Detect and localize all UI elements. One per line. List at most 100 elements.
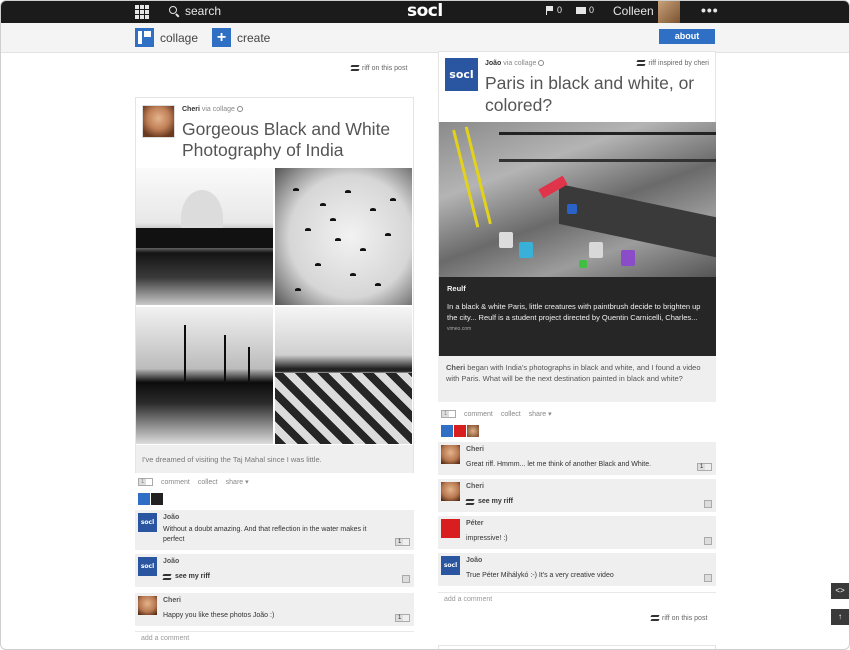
add-comment-input[interactable]: add a comment bbox=[438, 592, 716, 606]
flag-icon bbox=[546, 5, 554, 15]
messages-count: 0 bbox=[589, 5, 595, 15]
commenter-name[interactable]: João bbox=[466, 557, 482, 564]
participant-avatar[interactable] bbox=[441, 425, 453, 437]
riff-inspired-link[interactable]: riff inspired by cheri bbox=[637, 60, 709, 67]
about-button[interactable]: about bbox=[659, 29, 715, 44]
commenter-name[interactable]: Cheri bbox=[163, 597, 181, 604]
post-actions: 1 comment collect share ▾ bbox=[138, 478, 249, 486]
author-name[interactable]: João bbox=[485, 60, 501, 67]
photo-collage bbox=[136, 168, 413, 445]
via-label: via collage bbox=[503, 60, 537, 67]
participant-avatar[interactable] bbox=[151, 493, 163, 505]
description-author[interactable]: Cheri bbox=[446, 363, 465, 372]
taj-mahal-photo[interactable] bbox=[136, 168, 273, 305]
participant-avatars bbox=[138, 493, 163, 505]
author-avatar[interactable]: socl bbox=[445, 58, 478, 91]
commenter-avatar[interactable] bbox=[441, 445, 460, 464]
comment-like-count[interactable]: 1 bbox=[394, 614, 410, 622]
post-title[interactable]: Gorgeous Black and White Photography of … bbox=[182, 119, 410, 161]
create-button[interactable]: + create bbox=[212, 28, 270, 47]
comment-like-count[interactable]: 1 bbox=[394, 538, 410, 546]
comment-item: Péter impressive! :) bbox=[438, 516, 716, 549]
post-card: socl João via collage riff inspired by c… bbox=[438, 51, 716, 356]
commenter-avatar[interactable] bbox=[441, 519, 460, 538]
comment-like-count[interactable] bbox=[704, 500, 712, 508]
apps-grid-icon[interactable] bbox=[135, 5, 149, 19]
scroll-top-button[interactable]: ↑ bbox=[831, 609, 849, 625]
palm-trees-photo[interactable] bbox=[136, 307, 273, 444]
collect-link[interactable]: collect bbox=[198, 479, 218, 486]
comment-link[interactable]: comment bbox=[464, 411, 493, 418]
comment-link[interactable]: comment bbox=[161, 479, 190, 486]
collect-link[interactable]: collect bbox=[501, 411, 521, 418]
commenter-name[interactable]: João bbox=[163, 558, 179, 565]
comment-count: 1 bbox=[138, 478, 154, 486]
comment-text: True Péter Mihálykó :-) It's a very crea… bbox=[466, 572, 614, 579]
add-comment-input[interactable]: add a comment bbox=[135, 631, 414, 645]
collage-icon bbox=[135, 28, 154, 47]
commenter-name[interactable]: Péter bbox=[466, 520, 484, 527]
user-avatar[interactable] bbox=[658, 1, 680, 23]
notifications-button[interactable]: 0 bbox=[546, 5, 562, 15]
commenter-name[interactable]: João bbox=[163, 514, 179, 521]
comment-text: Happy you like these photos João :) bbox=[163, 612, 275, 619]
comment-item: Cheri Great riff. Hmmm... let me think o… bbox=[438, 442, 716, 475]
create-label: create bbox=[237, 30, 271, 45]
share-link[interactable]: share ▾ bbox=[226, 478, 249, 486]
globe-icon bbox=[236, 106, 243, 113]
riff-link[interactable]: see my riff bbox=[466, 497, 513, 507]
video-title: Reulf bbox=[447, 284, 466, 293]
participant-avatar[interactable] bbox=[467, 425, 479, 437]
post-description: Cheri began with India's photographs in … bbox=[438, 356, 716, 402]
video-thumbnail[interactable] bbox=[439, 122, 716, 277]
post-actions: 1 comment collect share ▾ bbox=[441, 410, 552, 418]
comment-count: 1 bbox=[441, 410, 457, 418]
mail-icon bbox=[576, 6, 586, 14]
share-side-button[interactable]: <> bbox=[831, 583, 849, 599]
action-bar: collage + create about bbox=[1, 23, 849, 53]
messages-button[interactable]: 0 bbox=[576, 5, 594, 15]
comment-like-count[interactable]: 1 bbox=[696, 463, 712, 471]
riff-icon bbox=[163, 574, 171, 581]
video-info-panel[interactable]: Reulf In a black & white Paris, little c… bbox=[439, 277, 716, 356]
commenter-avatar[interactable]: socl bbox=[441, 556, 460, 575]
riff-link[interactable]: riff on this post bbox=[651, 615, 707, 622]
post-meta: Cheri via collage bbox=[182, 106, 243, 113]
comment-like-count[interactable] bbox=[704, 537, 712, 545]
share-link[interactable]: share ▾ bbox=[529, 410, 552, 418]
socl-logo[interactable]: socl bbox=[407, 1, 443, 21]
user-name[interactable]: Colleen bbox=[613, 4, 654, 18]
commenter-avatar[interactable] bbox=[441, 482, 460, 501]
comment-like-count[interactable] bbox=[402, 575, 410, 583]
globe-icon bbox=[538, 60, 545, 67]
comment-like-count[interactable] bbox=[704, 574, 712, 582]
search-icon bbox=[169, 5, 180, 17]
search-box[interactable]: search bbox=[169, 4, 221, 18]
birds-photo[interactable] bbox=[275, 168, 412, 305]
commenter-avatar[interactable]: socl bbox=[138, 513, 157, 532]
post-header bbox=[142, 105, 175, 138]
comment-text: Great riff. Hmmm... let me think of anot… bbox=[466, 461, 652, 468]
commenter-avatar[interactable] bbox=[138, 596, 157, 615]
collage-button[interactable]: collage bbox=[135, 28, 198, 47]
author-name[interactable]: Cheri bbox=[182, 106, 200, 113]
post-title[interactable]: Paris in black and white, or colored? bbox=[485, 72, 713, 116]
search-label: search bbox=[185, 4, 222, 18]
video-description: In a black & white Paris, little creatur… bbox=[447, 302, 701, 322]
comment-item: Cheri see my riff bbox=[438, 479, 716, 512]
top-bar: search socl 0 0 Colleen ••• bbox=[1, 1, 849, 23]
riff-link[interactable]: see my riff bbox=[163, 572, 210, 582]
more-menu-button[interactable]: ••• bbox=[701, 2, 719, 18]
participant-avatar[interactable] bbox=[454, 425, 466, 437]
comment-item: Cheri Happy you like these photos João :… bbox=[135, 593, 414, 626]
tiled-terrace-photo[interactable] bbox=[275, 307, 412, 444]
commenter-avatar[interactable]: socl bbox=[138, 557, 157, 576]
riff-link[interactable]: riff on this post bbox=[351, 65, 407, 72]
author-avatar[interactable] bbox=[142, 105, 175, 138]
post-caption: I've dreamed of visiting the Taj Mahal s… bbox=[136, 445, 413, 473]
commenter-name[interactable]: Cheri bbox=[466, 483, 484, 490]
via-label: via collage bbox=[201, 106, 235, 113]
participant-avatar[interactable] bbox=[138, 493, 150, 505]
commenter-name[interactable]: Cheri bbox=[466, 446, 484, 453]
comment-item: socl João True Péter Mihálykó :-) It's a… bbox=[438, 553, 716, 586]
